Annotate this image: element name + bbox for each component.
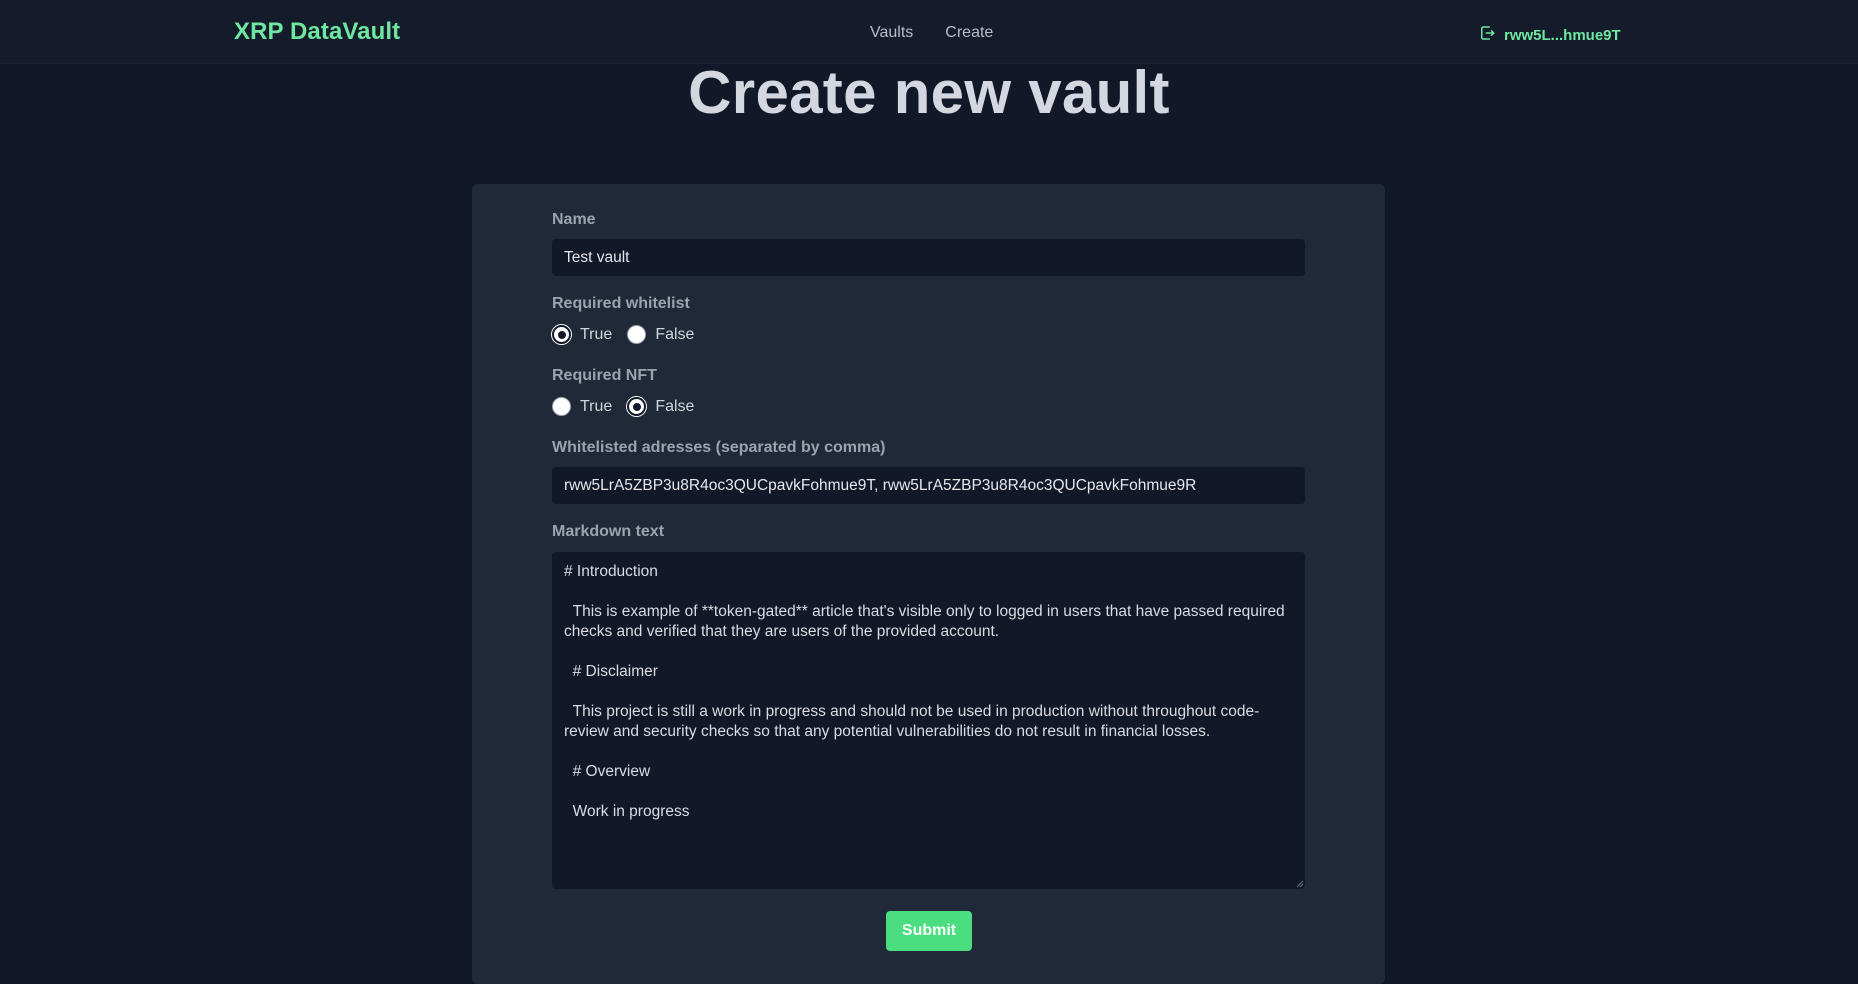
- required-nft-true-label: True: [580, 397, 613, 415]
- required-whitelist-true-option[interactable]: True: [552, 325, 612, 344]
- markdown-textarea[interactable]: # Introduction This is example of **toke…: [552, 552, 1305, 889]
- submit-button[interactable]: Submit: [886, 911, 972, 951]
- whitelisted-addresses-input[interactable]: [552, 467, 1305, 504]
- account-address: rww5L...hmue9T: [1504, 26, 1621, 44]
- required-whitelist-false-option[interactable]: False: [627, 325, 694, 344]
- required-whitelist-false-radio[interactable]: [627, 325, 647, 344]
- nav-link-vaults[interactable]: Vaults: [870, 24, 913, 42]
- page-title: Create new vault: [688, 59, 1170, 126]
- required-whitelist-false-label: False: [655, 325, 695, 343]
- required-nft-false-label: False: [655, 397, 695, 415]
- account-button[interactable]: rww5L...hmue9T: [1478, 24, 1621, 46]
- required-nft-label: Required NFT: [552, 367, 657, 384]
- markdown-label: Markdown text: [552, 523, 665, 540]
- required-nft-group: True False: [552, 397, 709, 416]
- required-nft-true-option[interactable]: True: [552, 397, 612, 416]
- required-nft-true-radio[interactable]: [552, 397, 571, 416]
- required-whitelist-group: True False: [552, 325, 709, 344]
- nav-links: Vaults Create: [870, 24, 993, 42]
- brand-logo[interactable]: XRP DataVault: [234, 18, 400, 46]
- required-nft-false-radio[interactable]: [627, 397, 647, 416]
- resize-grip-icon[interactable]: [1296, 880, 1304, 888]
- top-navbar: XRP DataVault Vaults Create rww5L...hmue…: [0, 0, 1858, 64]
- required-whitelist-label: Required whitelist: [552, 295, 690, 312]
- nav-link-create[interactable]: Create: [945, 24, 993, 42]
- name-label: Name: [552, 211, 596, 228]
- required-nft-false-option[interactable]: False: [627, 397, 694, 416]
- whitelisted-addresses-label: Whitelisted adresses (separated by comma…: [552, 439, 886, 456]
- logout-icon: [1478, 24, 1496, 46]
- create-vault-form: Name Required whitelist True False Requi…: [472, 184, 1385, 984]
- required-whitelist-true-radio[interactable]: [552, 325, 571, 344]
- required-whitelist-true-label: True: [580, 325, 613, 343]
- name-input[interactable]: [552, 239, 1305, 276]
